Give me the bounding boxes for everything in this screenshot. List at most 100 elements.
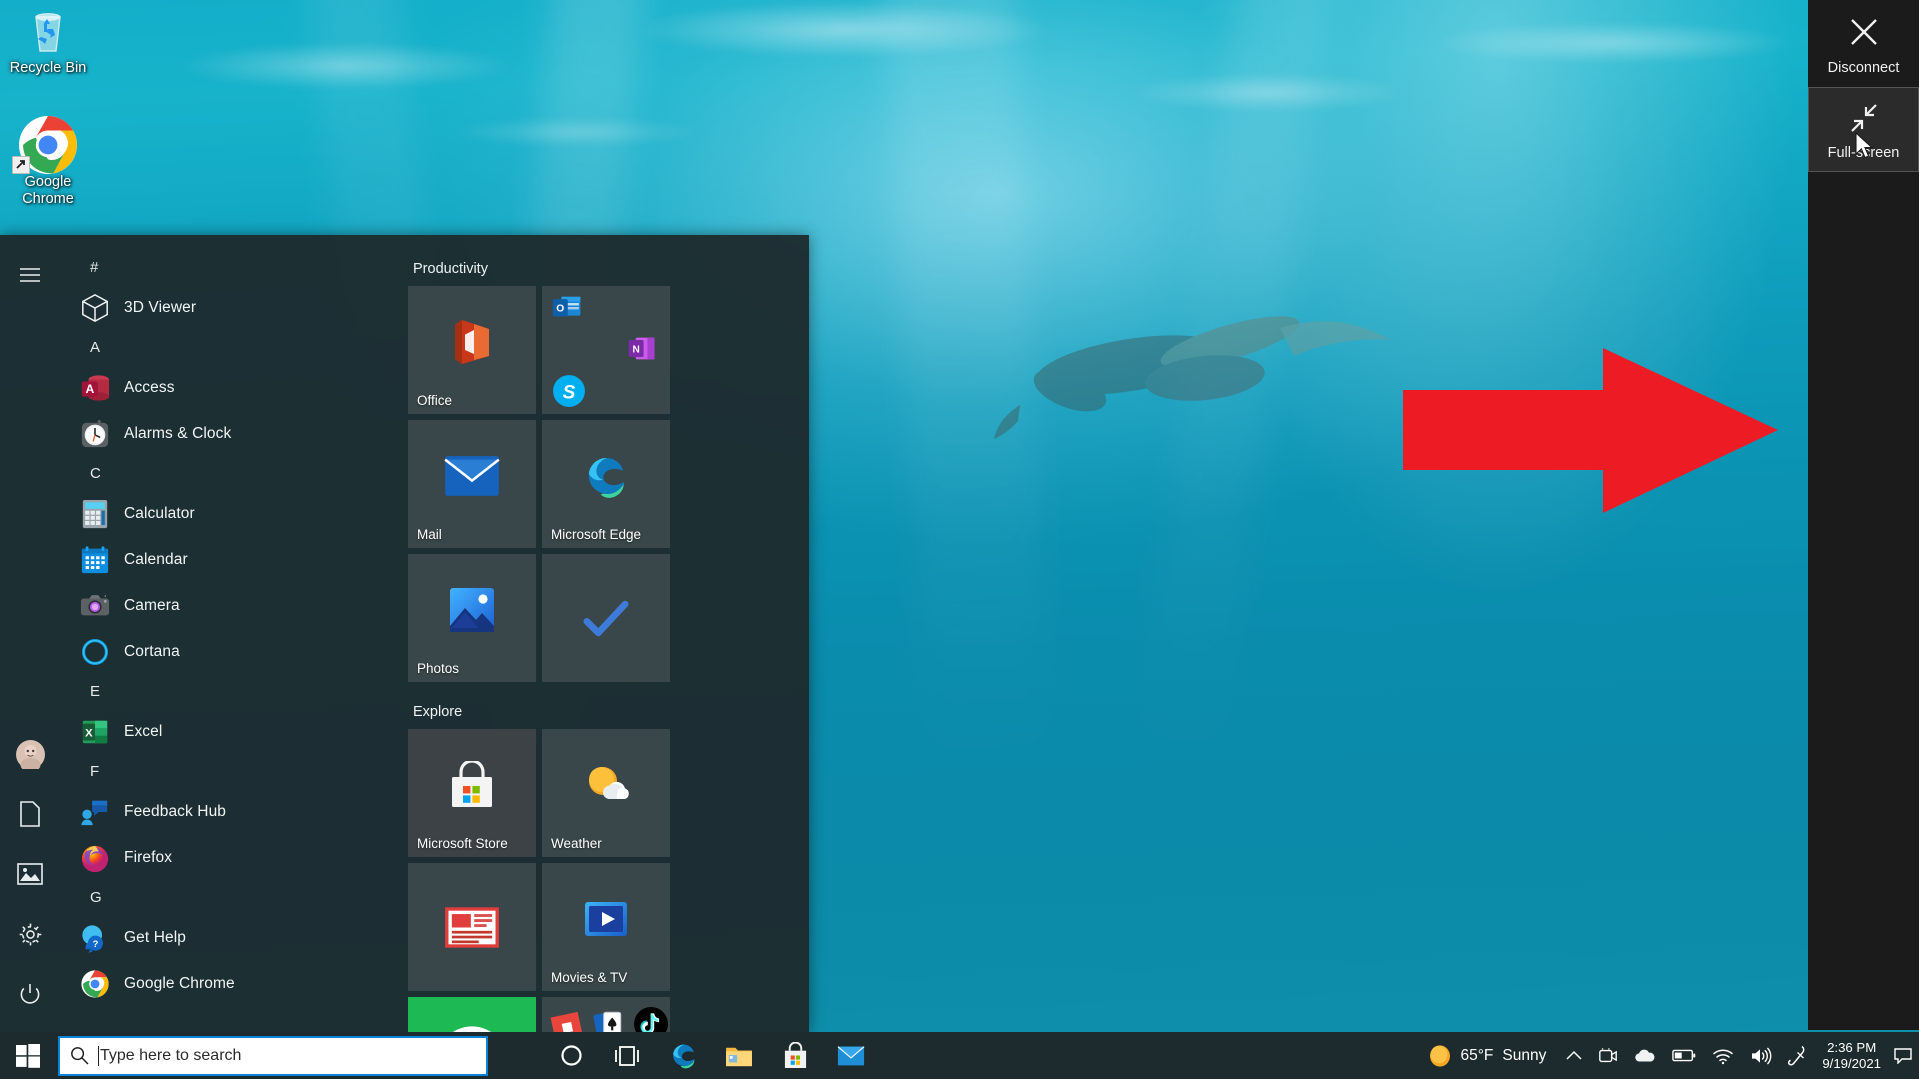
tile-microsoft-store[interactable]: Microsoft Store xyxy=(408,729,536,857)
start-menu-rail xyxy=(0,235,60,1032)
start-menu[interactable]: #3D Viewer A A Access Alarms & Clock C Calcula… xyxy=(0,235,809,1079)
pen-icon xyxy=(1788,1045,1805,1066)
taskbar-button-microsoft-store[interactable] xyxy=(767,1032,823,1079)
app-list-item-access[interactable]: A Access xyxy=(60,365,408,411)
get-help-icon: ? xyxy=(78,921,112,955)
app-list-group-letter: # xyxy=(90,259,99,276)
tile-label: Photos xyxy=(417,661,460,676)
volume-button[interactable] xyxy=(1742,1032,1780,1079)
swimmer-silhouette xyxy=(994,316,1390,439)
calculator-icon xyxy=(78,497,112,531)
excel-icon: X xyxy=(78,715,112,749)
tile-microsoft-edge[interactable]: Microsoft Edge xyxy=(542,420,670,548)
tile-grid: Microsoft StoreWeatherMovies & TVPsPlay xyxy=(408,729,800,1079)
document-icon[interactable] xyxy=(6,790,54,838)
app-list-item-firefox[interactable]: Firefox xyxy=(60,835,408,881)
app-list-item-feedback-hub[interactable]: Feedback Hub xyxy=(60,789,408,835)
clock-date: 9/19/2021 xyxy=(1822,1055,1881,1071)
svg-text:?: ? xyxy=(93,939,99,949)
user-avatar-icon[interactable] xyxy=(6,730,54,778)
app-list-group-letter: G xyxy=(90,889,102,906)
app-list-item-get-help[interactable]: ? Get Help xyxy=(60,915,408,961)
weather-icon xyxy=(582,761,630,809)
taskbar-button-microsoft-edge[interactable] xyxy=(655,1032,711,1079)
alarms-clock-icon xyxy=(78,417,112,451)
tile-movies-tv[interactable]: Movies & TV xyxy=(542,863,670,991)
desktop-icon-label: Recycle Bin xyxy=(9,60,87,76)
taskbar-clock[interactable]: 2:36 PM 9/19/2021 xyxy=(1816,1040,1891,1072)
power-icon[interactable] xyxy=(6,970,54,1018)
weather-temperature: 65°F xyxy=(1460,1046,1494,1064)
tile-news-icon[interactable] xyxy=(408,863,536,991)
tile-label: Microsoft Store xyxy=(417,836,508,851)
hamburger-menu-icon[interactable] xyxy=(6,251,54,299)
file-explorer-icon xyxy=(726,1047,752,1066)
meet-now-button[interactable] xyxy=(1590,1032,1626,1079)
speaker-icon xyxy=(1752,1047,1772,1064)
tile-office-folder-tile[interactable]: O N S xyxy=(542,286,670,414)
app-list-item-google-chrome[interactable]: Google Chrome xyxy=(60,961,408,1007)
show-hidden-icons-button[interactable] xyxy=(1558,1032,1590,1079)
gear-icon[interactable] xyxy=(6,910,54,958)
mail-icon xyxy=(837,1045,865,1065)
pictures-icon[interactable] xyxy=(6,850,54,898)
windows-start-icon[interactable] xyxy=(0,1032,56,1079)
app-list-item-3d-viewer[interactable]: 3D Viewer xyxy=(60,285,408,331)
disconnect-button[interactable]: Disconnect xyxy=(1808,0,1919,87)
app-list-item-camera[interactable]: Camera xyxy=(60,583,408,629)
search-input[interactable]: Type here to search xyxy=(58,1035,488,1076)
tile-grid: Office O N S Mail Microsoft Edge Photos xyxy=(408,286,800,682)
network-button[interactable] xyxy=(1704,1032,1742,1079)
tile-label: Microsoft Edge xyxy=(551,527,642,542)
search-placeholder: Type here to search xyxy=(100,1046,242,1064)
app-list-item-calculator[interactable]: Calculator xyxy=(60,491,408,537)
desktop-icon-recycle-bin[interactable]: Recycle Bin xyxy=(2,6,94,77)
microsoft-edge-icon xyxy=(582,452,630,500)
taskbar-button-cortana[interactable] xyxy=(543,1032,599,1079)
app-list-item-alarms-clock[interactable]: Alarms & Clock xyxy=(60,411,408,457)
mouse-cursor xyxy=(1855,132,1874,159)
taskbar-button-mail[interactable] xyxy=(823,1032,879,1079)
taskbar-button-file-explorer[interactable] xyxy=(711,1032,767,1079)
search-icon xyxy=(71,1047,89,1065)
tile-label: Movies & TV xyxy=(551,970,628,985)
text-caret xyxy=(98,1045,99,1066)
tile-group-spacer xyxy=(408,682,809,704)
outlook-icon: O xyxy=(552,294,582,325)
office-icon xyxy=(448,318,496,366)
wifi-icon xyxy=(1713,1049,1734,1064)
app-list-item-excel[interactable]: X Excel xyxy=(60,709,408,755)
app-list-group-letter: E xyxy=(90,683,101,700)
tile-weather[interactable]: Weather xyxy=(542,729,670,857)
tile-group-title: Explore xyxy=(413,704,463,720)
start-menu-tiles[interactable]: Productivity Office O N S Mail Microsoft Edge P… xyxy=(408,235,809,1079)
taskbar[interactable]: Type here to search 65°F Sunny 2:36 PM 9… xyxy=(0,1032,1919,1079)
tile-mail[interactable]: Mail xyxy=(408,420,536,548)
task-view-icon xyxy=(615,1045,639,1066)
notifications-button[interactable] xyxy=(1891,1032,1915,1079)
tile-office[interactable]: Office xyxy=(408,286,536,414)
start-menu-app-list[interactable]: #3D Viewer A A Access Alarms & Clock C Calcula… xyxy=(60,235,408,1032)
red-right-arrow-annotation xyxy=(1403,348,1778,513)
tile-label: Mail xyxy=(417,527,442,542)
access-icon: A xyxy=(78,371,112,405)
taskbar-button-task-view[interactable] xyxy=(599,1032,655,1079)
google-chrome-icon xyxy=(2,116,94,174)
battery-button[interactable] xyxy=(1664,1032,1704,1079)
sun-icon xyxy=(1430,1044,1451,1067)
system-tray[interactable]: 65°F Sunny 2:36 PM 9/19/2021 xyxy=(1419,1032,1919,1079)
tile-to-do-icon[interactable] xyxy=(542,554,670,682)
app-list-item-label: Access xyxy=(124,379,175,396)
app-list-item-cortana[interactable]: Cortana xyxy=(60,629,408,675)
cortana-icon xyxy=(78,635,112,669)
svg-text:S: S xyxy=(563,382,576,403)
onedrive-button[interactable] xyxy=(1626,1032,1664,1079)
calendar-icon xyxy=(78,543,112,577)
taskbar-weather-widget[interactable]: 65°F Sunny xyxy=(1419,1044,1558,1067)
chevron-up-icon xyxy=(1566,1050,1582,1060)
movies-tv-icon xyxy=(582,895,630,943)
desktop-icon-google-chrome[interactable]: Google Chrome xyxy=(2,116,94,208)
pen-menu-button[interactable] xyxy=(1780,1032,1816,1079)
tile-photos[interactable]: Photos xyxy=(408,554,536,682)
app-list-item-calendar[interactable]: Calendar xyxy=(60,537,408,583)
